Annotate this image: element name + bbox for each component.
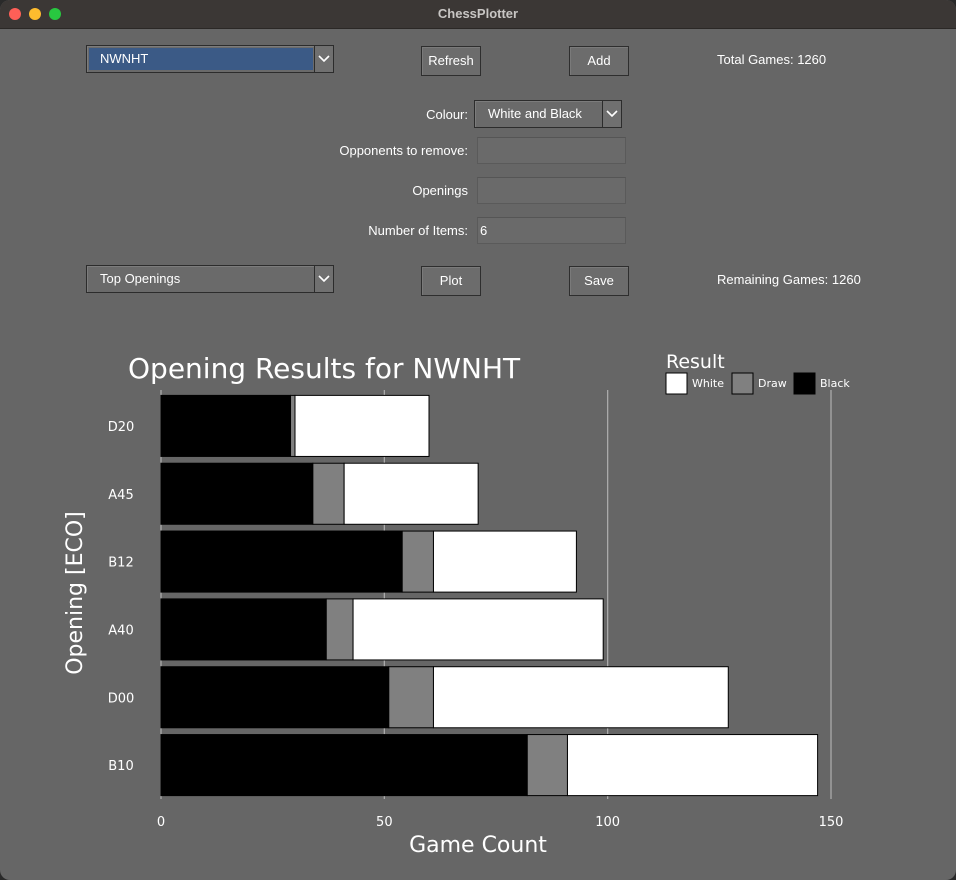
- bar-black-b12: [160, 530, 403, 593]
- bar-draw-a45: [312, 462, 345, 525]
- y-tick-label: A40: [108, 623, 133, 638]
- bar-black-d20: [160, 394, 292, 457]
- bar-white-b10: [566, 734, 819, 797]
- x-tick-label: 150: [819, 815, 844, 830]
- bar-white-d20: [294, 394, 430, 457]
- window-title: ChessPlotter: [437, 6, 519, 21]
- chart-legend: Result White Draw Black: [665, 351, 850, 395]
- y-axis-label: Opening [ECO]: [63, 511, 88, 675]
- y-tick-label: D20: [108, 420, 135, 435]
- bar-draw-b12: [401, 530, 434, 593]
- colour-select-value: White and Black: [488, 106, 582, 121]
- plot-button[interactable]: Plot: [421, 266, 481, 296]
- refresh-button[interactable]: Refresh: [421, 46, 481, 76]
- y-tick-label: D00: [108, 691, 135, 706]
- y-tick-label: A45: [108, 488, 133, 503]
- total-games-label: Total Games: 1260: [717, 52, 827, 67]
- legend-swatch-black: [793, 372, 816, 395]
- bar-black-a45: [160, 462, 314, 525]
- bar-black-d00: [160, 666, 390, 729]
- bar-white-a40: [352, 598, 604, 661]
- y-tick-label: B12: [108, 556, 133, 571]
- opening-results-chart: 0 50 100 150 D20 A45 B12 A40 D00 B10 Opening Resu…: [63, 351, 850, 858]
- legend-label-white: White: [692, 377, 724, 390]
- openings-input[interactable]: [477, 177, 626, 204]
- bar-white-a45: [343, 462, 479, 525]
- opponents-label: Opponents to remove:: [339, 143, 468, 158]
- x-axis-label: Game Count: [409, 833, 547, 858]
- bar-draw-d20: [290, 394, 296, 457]
- title-bar: ChessPlotter: [0, 0, 956, 29]
- chart-title: Opening Results for NWNHT: [128, 352, 521, 385]
- player-select-value: NWNHT: [89, 48, 313, 70]
- items-input[interactable]: 6: [477, 217, 626, 244]
- plot-type-select[interactable]: Top Openings: [86, 265, 334, 293]
- legend-title: Result: [666, 351, 725, 373]
- x-tick-label: 100: [595, 815, 620, 830]
- bar-draw-a40: [325, 598, 354, 661]
- legend-swatch-draw: [731, 372, 754, 395]
- opponents-input[interactable]: [477, 137, 626, 164]
- chart-bars: [160, 394, 819, 797]
- x-tick-label: 0: [157, 815, 165, 830]
- remaining-games-label: Remaining Games: 1260: [717, 272, 861, 287]
- x-tick-label: 50: [376, 815, 393, 830]
- bar-draw-d00: [388, 666, 434, 729]
- bar-black-a40: [160, 598, 327, 661]
- items-label: Number of Items:: [368, 223, 468, 238]
- app-window: ChessPlotter NWNHT Refresh Add Total Gam…: [0, 0, 956, 880]
- chevron-down-icon[interactable]: [314, 266, 333, 292]
- openings-label: Openings: [412, 183, 468, 198]
- legend-label-draw: Draw: [758, 377, 787, 390]
- bar-draw-b10: [526, 734, 568, 797]
- legend-label-black: Black: [820, 377, 850, 390]
- bar-white-d00: [432, 666, 729, 729]
- colour-select[interactable]: White and Black: [474, 100, 622, 128]
- save-button[interactable]: Save: [569, 266, 629, 296]
- legend-swatch-white: [665, 372, 688, 395]
- add-button[interactable]: Add: [569, 46, 629, 76]
- bar-white-b12: [432, 530, 577, 593]
- chevron-down-icon[interactable]: [602, 101, 621, 127]
- player-select[interactable]: NWNHT: [86, 45, 334, 73]
- bar-black-b10: [160, 734, 528, 797]
- y-tick-label: B10: [108, 759, 133, 774]
- chevron-down-icon[interactable]: [314, 46, 333, 72]
- plot-type-select-value: Top Openings: [100, 271, 181, 286]
- colour-label: Colour:: [426, 107, 468, 122]
